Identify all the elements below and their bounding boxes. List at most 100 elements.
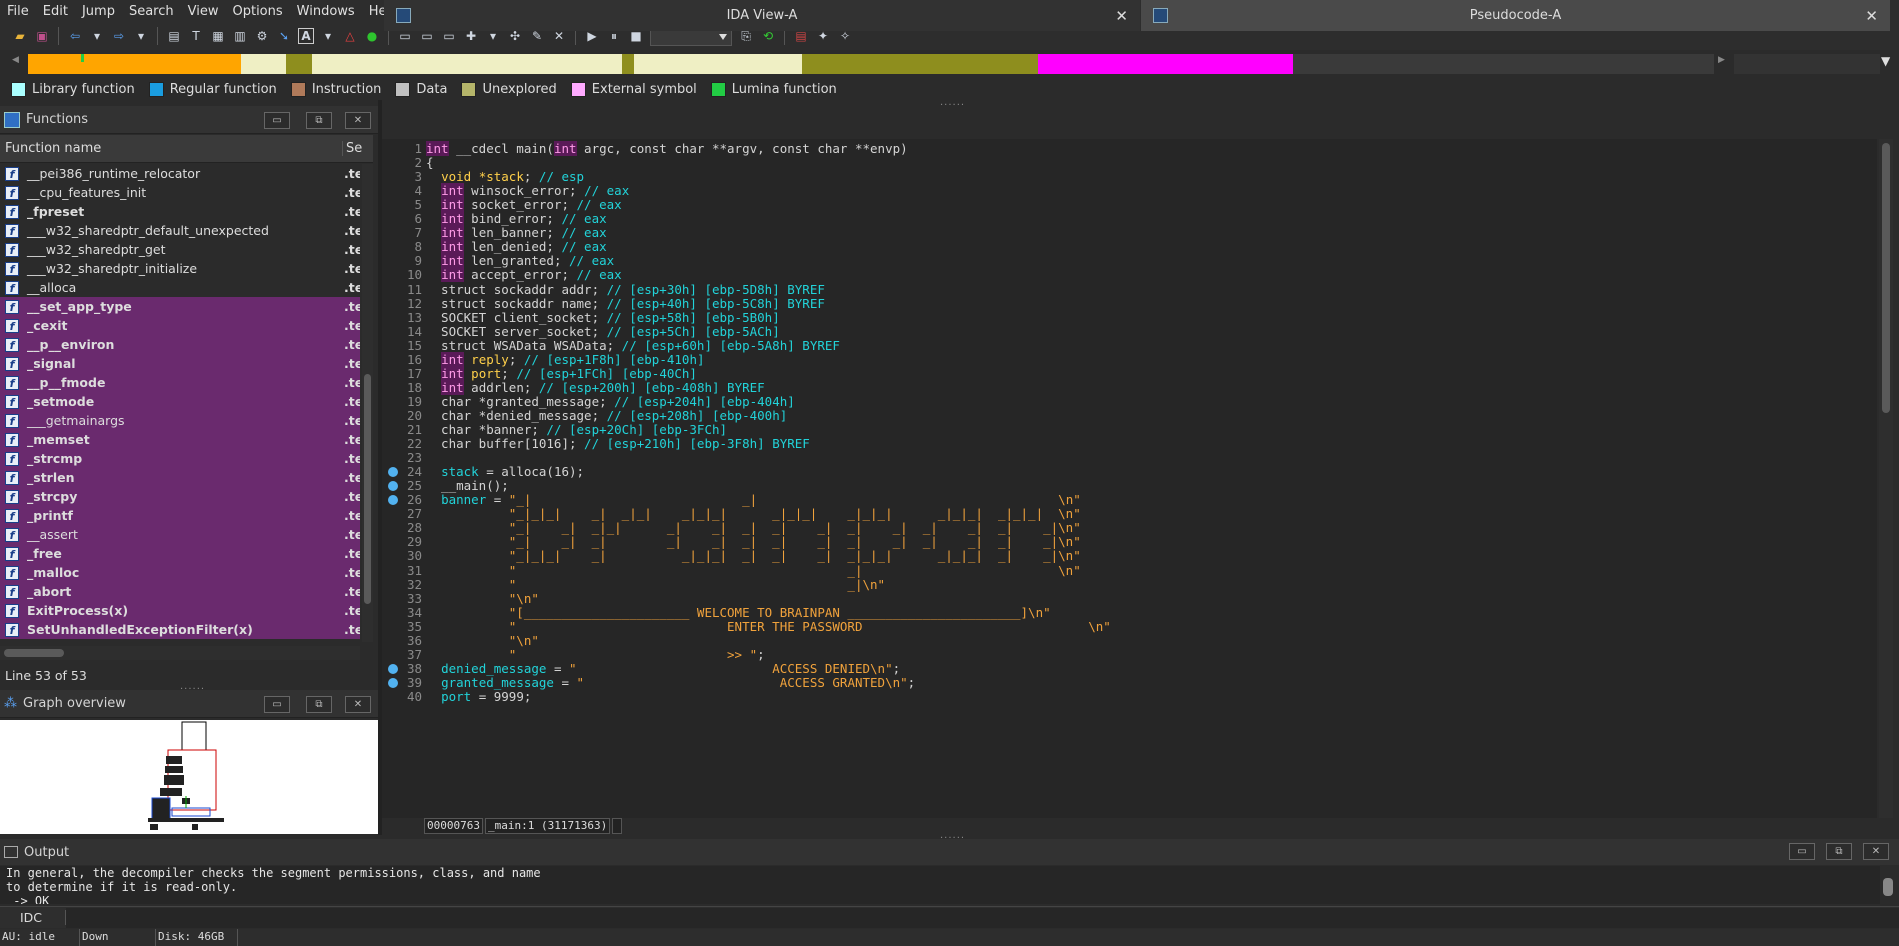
close-panel-button[interactable]: ✕ (1863, 843, 1889, 860)
breakpoint-dot[interactable] (388, 663, 398, 674)
function-row[interactable]: f __alloca .te (0, 278, 360, 297)
code-line[interactable]: denied_message = " ACCESS DENIED\n"; (426, 661, 900, 676)
binary-icon[interactable]: ▦ (210, 28, 226, 44)
nav-left-arrow-icon[interactable]: ◀ (12, 55, 19, 65)
function-row[interactable]: f _abort .te (0, 582, 360, 601)
output-scrollbar-thumb[interactable] (1883, 878, 1893, 896)
tab-ida-view[interactable]: IDA View-A ✕ (384, 0, 1140, 31)
code-line[interactable]: banner = "_| _| \n" (426, 492, 1081, 507)
float-panel-button[interactable]: ▭ (264, 112, 290, 129)
navigation-strip[interactable] (28, 54, 1714, 74)
code-line[interactable]: char *denied_message; // [esp+208h] [ebp… (426, 408, 787, 423)
menu-jump[interactable]: Jump (75, 4, 122, 19)
code-line[interactable]: int len_granted; // eax (426, 253, 614, 269)
function-row[interactable]: f __set_app_type .te (0, 297, 360, 316)
function-row[interactable]: f SetUnhandledExceptionFilter(x) .te (0, 620, 360, 639)
text-icon[interactable]: T (188, 28, 204, 44)
code-line[interactable]: "\n" (426, 591, 539, 606)
function-row[interactable]: f ___getmainargs .te (0, 411, 360, 430)
code-line[interactable]: stack = alloca(16); (426, 464, 584, 479)
menu-options[interactable]: Options (225, 4, 289, 19)
column-segment[interactable]: Se (342, 141, 362, 156)
pseudocode-view[interactable]: 1 int __cdecl main(int argc, const char *… (382, 139, 1877, 818)
menu-file[interactable]: File (0, 4, 36, 19)
menu-windows[interactable]: Windows (290, 4, 362, 19)
code-line[interactable]: "_| _| _|_| _| _| _| _| _| _| _| _| _| _… (426, 520, 1081, 535)
jump-back-icon[interactable]: ⇦ (67, 28, 83, 44)
debug-run-icon[interactable]: ➘ (276, 28, 292, 44)
function-row[interactable]: f ExitProcess(x) .te (0, 601, 360, 620)
function-row[interactable]: f __p__fmode .te (0, 373, 360, 392)
code-line[interactable]: "_|_|_| _| _|_| _|_|_| _|_|_| _|_|_| _|_… (426, 506, 1081, 521)
code-line[interactable]: " >> "; (426, 647, 765, 662)
code-line[interactable]: int len_denied; // eax (426, 239, 607, 255)
code-line[interactable]: int winsock_error; // eax (426, 183, 629, 199)
code-line[interactable]: SOCKET client_socket; // [esp+58h] [ebp-… (426, 310, 780, 325)
function-row[interactable]: f __p__environ .te (0, 335, 360, 354)
function-row[interactable]: f _printf .te (0, 506, 360, 525)
scrollbar-thumb[interactable] (1882, 143, 1890, 413)
code-line[interactable]: int bind_error; // eax (426, 211, 607, 227)
strings-icon[interactable]: A (298, 28, 314, 44)
code-line[interactable]: int __cdecl main(int argc, const char **… (426, 141, 908, 156)
function-row[interactable]: f _strlen .te (0, 468, 360, 487)
nav-right-arrow-icon[interactable]: ▶ (1718, 55, 1725, 65)
code-line[interactable]: " ENTER THE PASSWORD \n" (426, 619, 1111, 634)
close-tab-icon[interactable]: ✕ (1115, 7, 1128, 25)
tab-pseudocode[interactable]: Pseudocode-A ✕ (1141, 0, 1890, 31)
menu-edit[interactable]: Edit (36, 4, 75, 19)
function-row[interactable]: f __assert .te (0, 525, 360, 544)
code-line[interactable]: "_|_|_| _| _|_|_| _| _| _| _|_|_| _|_|_|… (426, 548, 1081, 563)
scrollbar-thumb[interactable] (364, 374, 371, 604)
graph-overview-canvas[interactable] (0, 720, 378, 834)
float-panel-button[interactable]: ▭ (264, 696, 290, 713)
code-line[interactable]: SOCKET server_socket; // [esp+5Ch] [ebp-… (426, 324, 780, 339)
close-panel-button[interactable]: ✕ (345, 696, 371, 713)
pseudocode-vertical-scrollbar[interactable] (1879, 139, 1893, 818)
code-line[interactable]: "\n" (426, 633, 539, 648)
command-input[interactable] (66, 907, 1899, 928)
output-text[interactable]: In general, the decompiler checks the se… (0, 866, 1880, 904)
scrollbar-thumb[interactable] (4, 649, 64, 657)
code-line[interactable]: "[______________________ WELCOME TO BRAI… (426, 605, 1051, 620)
code-line[interactable]: int reply; // [esp+1F8h] [ebp-410h] (426, 351, 705, 367)
jump-forward-icon[interactable]: ⇨ (111, 28, 127, 44)
function-row[interactable]: f _free .te (0, 544, 360, 563)
pin-panel-button[interactable]: ⧉ (306, 112, 332, 129)
function-row[interactable]: f _strcmp .te (0, 449, 360, 468)
code-line[interactable]: int socket_error; // eax (426, 197, 622, 213)
green-circle-icon[interactable]: ● (364, 28, 380, 44)
function-row[interactable]: f __pei386_runtime_relocator .te (0, 164, 360, 183)
function-row[interactable]: f _malloc .te (0, 563, 360, 582)
column-function-name[interactable]: Function name (5, 141, 101, 156)
warning-icon[interactable]: △ (342, 28, 358, 44)
function-row[interactable]: f __cpu_features_init .te (0, 183, 360, 202)
dropdown-arrow-icon[interactable]: ▾ (320, 28, 336, 44)
dropdown-arrow-icon[interactable]: ▾ (89, 28, 105, 44)
close-tab-icon[interactable]: ✕ (1865, 7, 1878, 25)
structs-icon[interactable]: ⚙ (254, 28, 270, 44)
function-row[interactable]: f _signal .te (0, 354, 360, 373)
code-line[interactable]: int port; // [esp+1FCh] [ebp-40Ch] (426, 365, 697, 381)
code-line[interactable]: " _| \n" (426, 563, 1081, 578)
function-row[interactable]: f ___w32_sharedptr_get .te (0, 240, 360, 259)
function-row[interactable]: f ___w32_sharedptr_initialize .te (0, 259, 360, 278)
code-line[interactable]: void *stack; // esp (426, 169, 584, 184)
nav-dropdown-icon[interactable]: ▼ (1881, 54, 1890, 68)
dropdown-arrow-icon[interactable]: ▾ (133, 28, 149, 44)
close-panel-button[interactable]: ✕ (345, 112, 371, 129)
code-line[interactable]: struct WSAData WSAData; // [esp+60h] [eb… (426, 338, 840, 353)
functions-vertical-scrollbar[interactable] (362, 164, 373, 642)
breakpoint-dot[interactable] (388, 677, 398, 688)
code-line[interactable]: char *banner; // [esp+20Ch] [ebp-3FCh] (426, 422, 727, 437)
code-line[interactable]: granted_message = " ACCESS GRANTED\n"; (426, 675, 915, 690)
code-line[interactable]: int addrlen; // [esp+200h] [ebp-408h] BY… (426, 379, 765, 395)
idc-language-button[interactable]: IDC (0, 910, 66, 925)
names-icon[interactable]: ▥ (232, 28, 248, 44)
float-panel-button[interactable]: ▭ (1789, 843, 1815, 860)
pin-panel-button[interactable]: ⧉ (1826, 843, 1852, 860)
menu-search[interactable]: Search (122, 4, 181, 19)
function-row[interactable]: f _memset .te (0, 430, 360, 449)
function-row[interactable]: f _fpreset .te (0, 202, 360, 221)
save-icon[interactable]: ▣ (34, 28, 50, 44)
